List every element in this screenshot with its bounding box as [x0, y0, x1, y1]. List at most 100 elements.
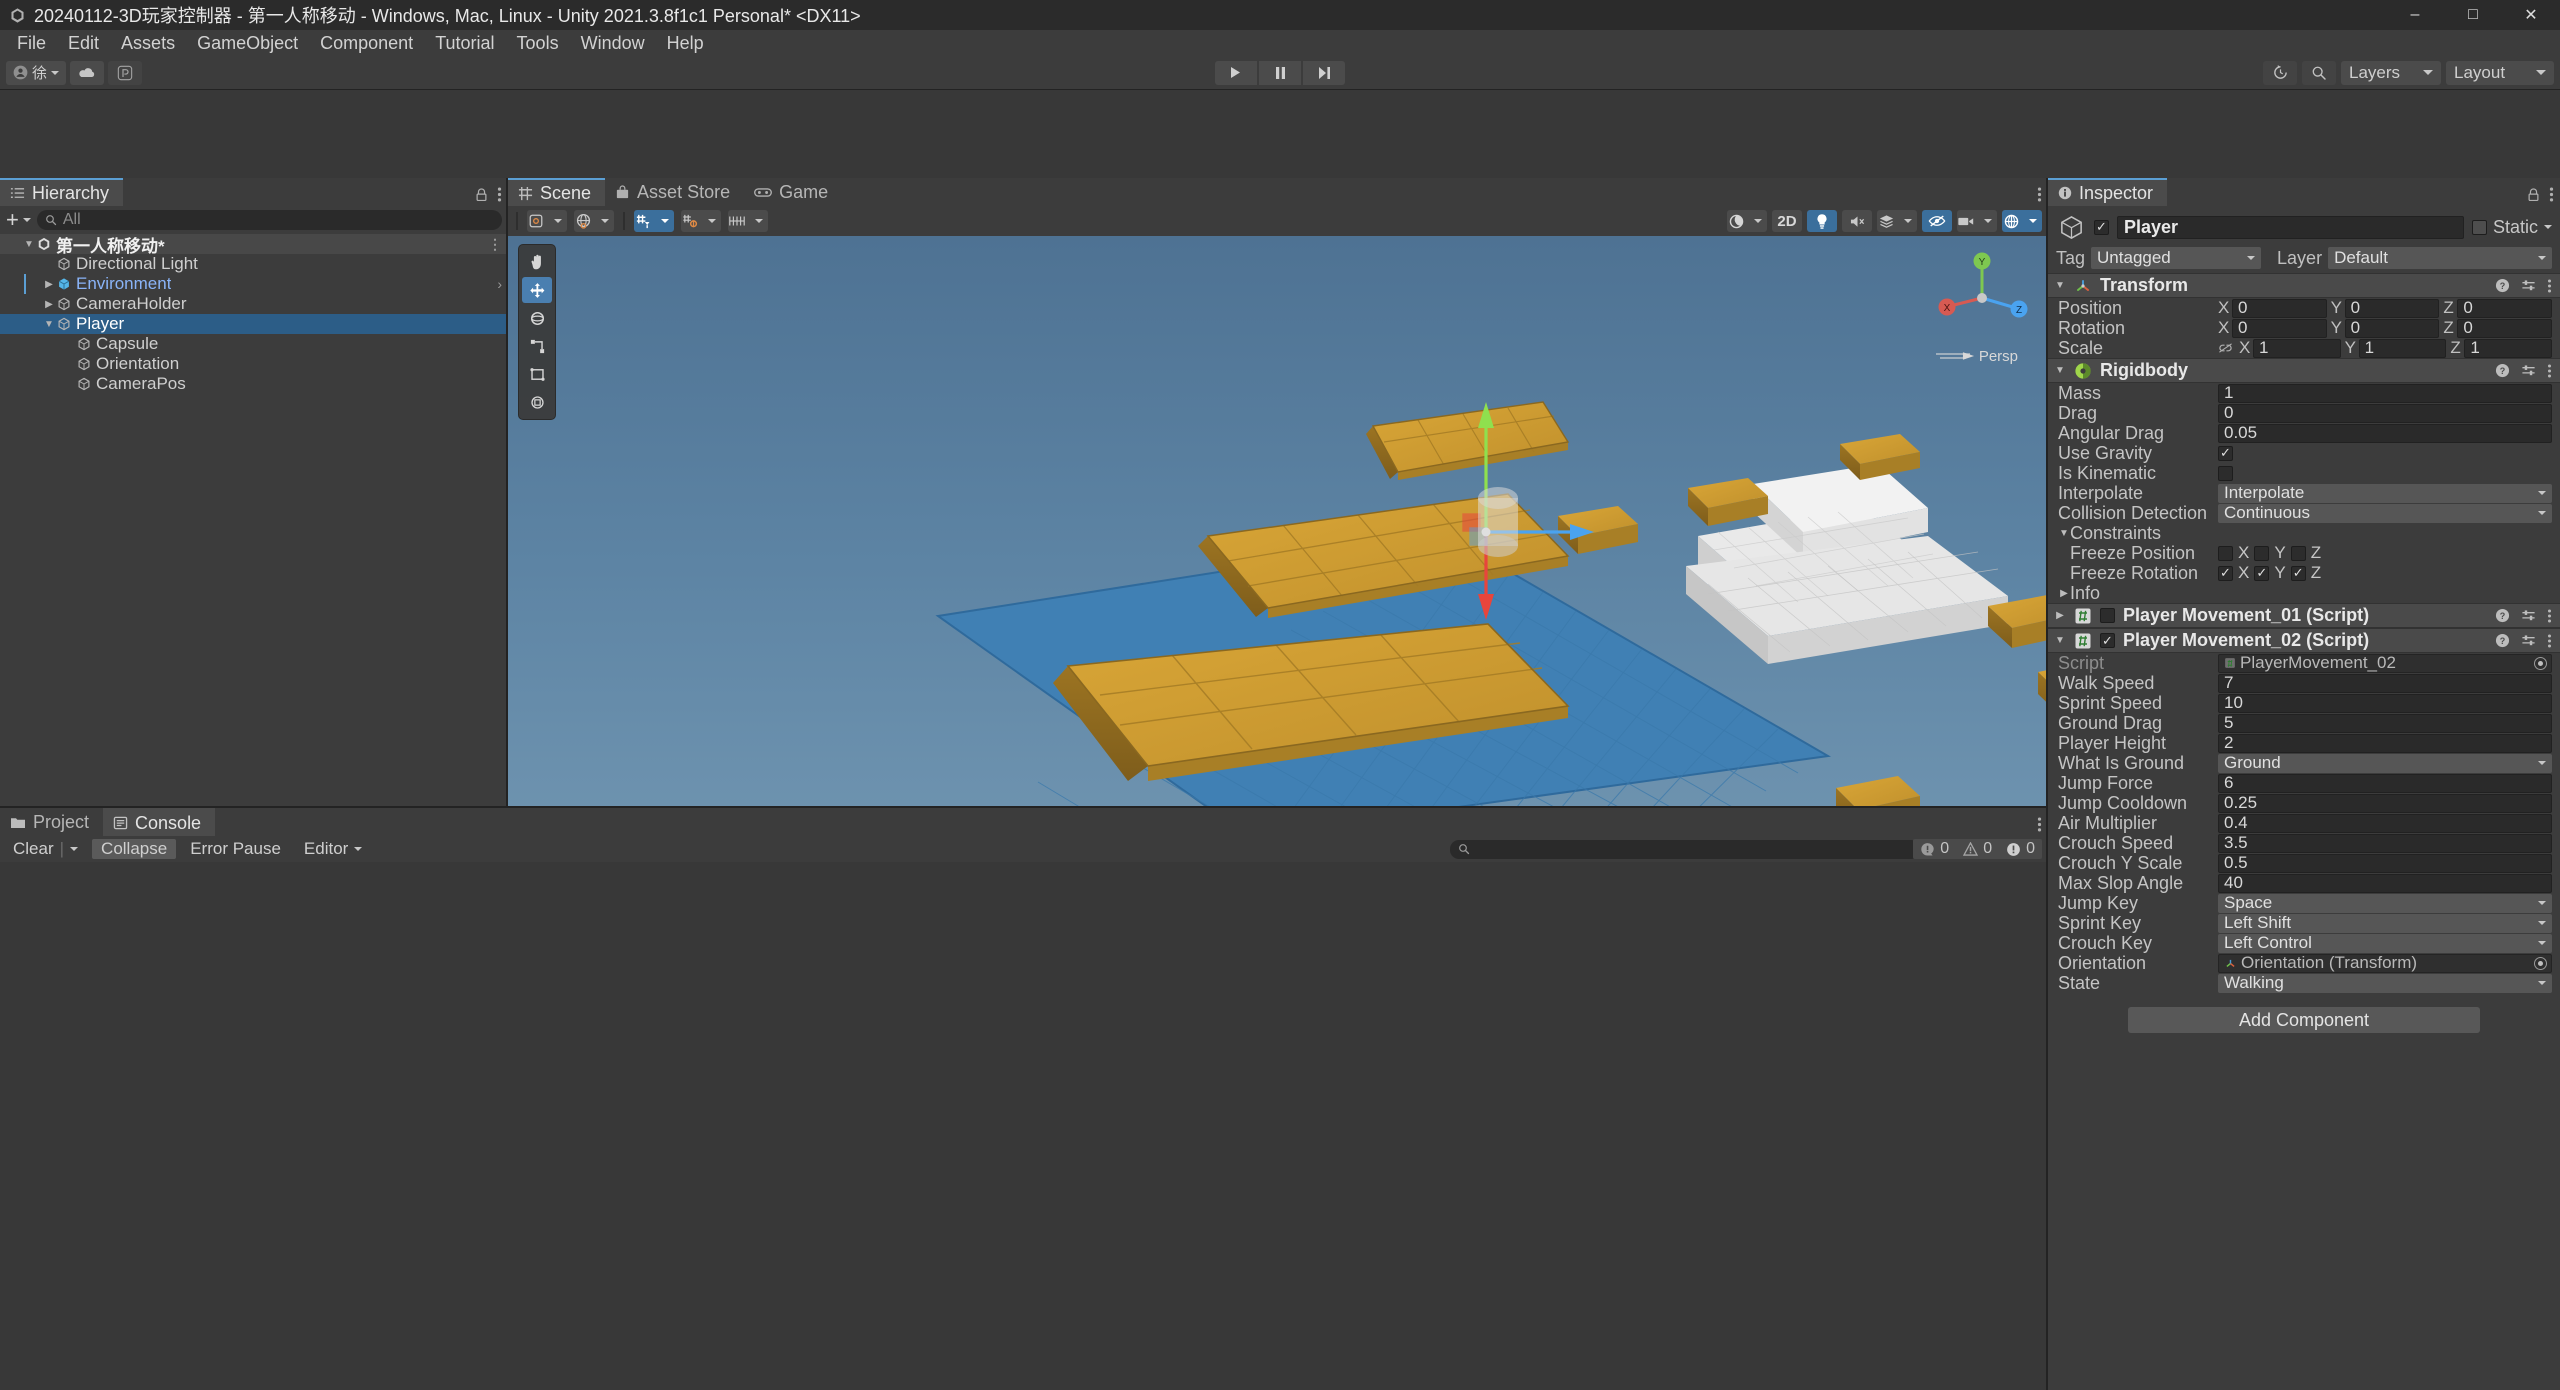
maximize-button[interactable]: □	[2444, 0, 2502, 30]
sprint-key-dropdown[interactable]: Left Shift	[2218, 913, 2552, 933]
lock-icon[interactable]	[2527, 187, 2540, 202]
preset-icon[interactable]	[2521, 278, 2536, 293]
account-button[interactable]: 徐	[6, 60, 67, 85]
layers-dropdown[interactable]: Layers	[2341, 60, 2441, 85]
scene-orientation-gizmo[interactable]: Y Z X	[1934, 250, 2030, 346]
crouch-speed-input[interactable]: 3.5	[2218, 833, 2552, 853]
chevron-right-icon[interactable]: ▶	[42, 277, 56, 291]
crouch-y-scale-input[interactable]: 0.5	[2218, 853, 2552, 873]
search-button[interactable]	[2302, 60, 2336, 85]
help-icon[interactable]: ?	[2495, 633, 2510, 648]
hand-tool-button[interactable]	[522, 249, 552, 275]
error-count[interactable]: 0	[1999, 839, 2042, 859]
chevron-down-icon[interactable]: ▼	[22, 237, 36, 251]
object-picker-icon[interactable]	[2534, 956, 2547, 970]
minimize-button[interactable]: –	[2386, 0, 2444, 30]
is-kinematic-checkbox[interactable]	[2218, 465, 2233, 481]
chevron-down-icon[interactable]: ▼	[2058, 528, 2070, 539]
menu-tools[interactable]: Tools	[506, 30, 570, 56]
crouch-key-dropdown[interactable]: Left Control	[2218, 933, 2552, 953]
max-slop-angle-input[interactable]: 40	[2218, 873, 2552, 893]
draw-mode-button[interactable]	[1727, 210, 1767, 232]
kebab-menu-icon[interactable]	[2037, 817, 2042, 832]
unlinked-scale-icon[interactable]	[2218, 342, 2233, 354]
component-enabled-checkbox[interactable]: ✓	[2100, 633, 2115, 648]
kebab-menu-icon[interactable]: ⋮	[488, 236, 502, 253]
help-icon[interactable]: ?	[2495, 363, 2510, 378]
scale-tool-button[interactable]	[522, 333, 552, 359]
menu-assets[interactable]: Assets	[110, 30, 186, 56]
undo-history-button[interactable]	[2263, 60, 2297, 85]
preset-icon[interactable]	[2521, 633, 2536, 648]
divider-scene-console[interactable]	[0, 806, 2046, 808]
freeze-position-z-checkbox[interactable]	[2290, 545, 2306, 561]
hierarchy-item-capsule[interactable]: Capsule	[0, 334, 508, 354]
preset-icon[interactable]	[2521, 608, 2536, 623]
gameobject-name-input[interactable]: Player	[2117, 215, 2464, 239]
editor-dropdown[interactable]: Editor	[295, 839, 371, 859]
static-checkbox[interactable]	[2471, 219, 2487, 235]
clear-button[interactable]: Clear |	[4, 839, 87, 859]
vector3-field[interactable]: X1Y1Z1	[2218, 338, 2553, 358]
tab-hierarchy[interactable]: Hierarchy	[0, 178, 124, 206]
freeze-rotation-x-checkbox[interactable]: ✓	[2218, 565, 2233, 581]
help-icon[interactable]: ?	[2495, 608, 2510, 623]
transform-tool-button[interactable]	[522, 389, 552, 415]
hierarchy-item-camerapos[interactable]: CameraPos	[0, 374, 508, 394]
chevron-down-icon[interactable]	[2544, 225, 2552, 229]
freeze-position-x-checkbox[interactable]	[2218, 545, 2233, 561]
scene-viewport[interactable]: Y Z X Persp	[508, 236, 2048, 836]
audio-toggle-button[interactable]	[1842, 210, 1872, 232]
menu-window[interactable]: Window	[570, 30, 656, 56]
jump-force-input[interactable]: 6	[2218, 773, 2552, 793]
use-gravity-checkbox[interactable]: ✓	[2218, 445, 2233, 461]
tag-dropdown[interactable]: Untagged	[2091, 247, 2262, 269]
console-search-input[interactable]	[1450, 839, 1920, 859]
chevron-down-icon[interactable]	[596, 210, 614, 232]
hidden-objects-button[interactable]	[1922, 210, 1952, 232]
jump-key-dropdown[interactable]: Space	[2218, 893, 2552, 913]
tab-console[interactable]: Console	[103, 808, 216, 836]
sprint-speed-input[interactable]: 10	[2218, 693, 2552, 713]
gameobject-enabled-checkbox[interactable]: ✓	[2094, 219, 2109, 235]
menu-help[interactable]: Help	[656, 30, 715, 56]
drag-input[interactable]: 0	[2218, 403, 2552, 423]
grid-snap-button[interactable]	[634, 210, 674, 232]
rect-tool-button[interactable]	[522, 361, 552, 387]
menu-component[interactable]: Component	[309, 30, 424, 56]
hierarchy-item-orientation[interactable]: Orientation	[0, 354, 508, 374]
error-pause-button[interactable]: Error Pause	[181, 839, 290, 859]
menu-edit[interactable]: Edit	[57, 30, 110, 56]
position-x-input[interactable]: 0	[2232, 318, 2327, 338]
kebab-menu-icon[interactable]	[497, 187, 502, 202]
kebab-menu-icon[interactable]	[2037, 187, 2042, 202]
pivot-mode-button[interactable]	[527, 210, 567, 232]
chevron-down-icon[interactable]	[703, 210, 721, 232]
chevron-down-icon[interactable]: ▼	[2054, 365, 2066, 376]
fx-button[interactable]	[1877, 210, 1917, 232]
snap-increment-button[interactable]	[681, 210, 721, 232]
collision-detection-dropdown[interactable]: Continuous	[2218, 503, 2552, 523]
ground-drag-input[interactable]: 5	[2218, 713, 2552, 733]
kebab-menu-icon[interactable]	[2547, 634, 2552, 648]
collab-button[interactable]	[108, 60, 143, 85]
component-header-transform[interactable]: ▼ Transform?	[2048, 273, 2560, 298]
ruler-button[interactable]	[728, 210, 768, 232]
freeze-rotation-y-checkbox[interactable]: ✓	[2254, 565, 2270, 581]
projection-mode-label[interactable]: Persp	[1962, 348, 2018, 365]
what-is-ground-dropdown[interactable]: Ground	[2218, 753, 2552, 773]
chevron-down-icon[interactable]: ▼	[2054, 635, 2066, 646]
tab-inspector[interactable]: Inspector	[2048, 178, 2168, 206]
tab-asset-store[interactable]: Asset Store	[605, 178, 745, 206]
object-picker-icon[interactable]	[2534, 656, 2547, 670]
menu-gameobject[interactable]: GameObject	[186, 30, 309, 56]
help-icon[interactable]: ?	[2495, 278, 2510, 293]
position-x-input[interactable]: 0	[2232, 298, 2327, 318]
chevron-down-icon[interactable]	[656, 210, 674, 232]
divider-main-inspector[interactable]	[2046, 178, 2048, 1390]
component-enabled-checkbox[interactable]	[2100, 608, 2115, 623]
add-component-button[interactable]: Add Component	[2128, 1007, 2480, 1033]
angular-drag-input[interactable]: 0.05	[2218, 423, 2552, 443]
warning-count[interactable]: 0	[1956, 839, 2000, 859]
layout-dropdown[interactable]: Layout	[2446, 60, 2554, 85]
